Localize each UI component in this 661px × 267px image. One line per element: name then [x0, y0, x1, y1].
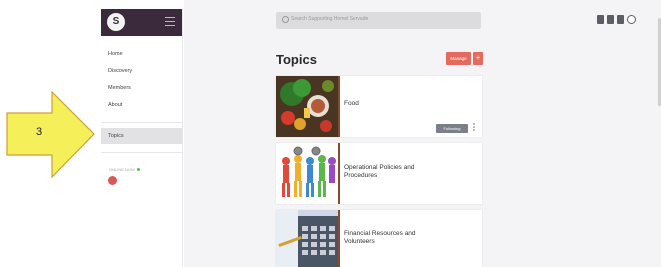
sidebar: S Home Discovery Members About Topics ON…	[101, 9, 183, 267]
topic-card-financial-resources[interactable]: Financial Resources and Volunteers	[276, 210, 482, 267]
operational-policies-topic-image	[276, 143, 338, 204]
search-icon	[282, 16, 289, 23]
search-bar[interactable]: Search Supporting Homel Servade	[276, 12, 481, 29]
header-toolbar	[597, 15, 636, 25]
hamburger-menu-icon[interactable]	[165, 17, 175, 26]
topic-title[interactable]: Financial Resources and Volunteers	[344, 230, 424, 246]
online-now-label: ONLINE NOW	[109, 167, 182, 172]
topic-card-operational-policies[interactable]: Operational Policies and Procedures	[276, 143, 482, 204]
online-user-avatar[interactable]	[108, 176, 117, 185]
manage-button[interactable]: Manage	[446, 52, 471, 65]
step-callout-arrow: 3	[6, 91, 95, 179]
sidebar-item-home[interactable]: Home	[101, 46, 182, 63]
card-accent-bar	[338, 76, 340, 137]
search-placeholder: Search Supporting Homel Servade	[291, 16, 369, 22]
following-button[interactable]: Following	[436, 124, 468, 133]
screenshot: S Home Discovery Members About Topics ON…	[0, 0, 661, 267]
topic-card-food[interactable]: Food Following	[276, 76, 482, 137]
sidebar-item-discovery[interactable]: Discovery	[101, 63, 182, 80]
online-dot-icon	[136, 168, 140, 171]
main-content: Search Supporting Homel Servade Topics M…	[184, 0, 661, 267]
copy-icon[interactable]	[607, 15, 614, 24]
online-now-text: ONLINE NOW	[109, 167, 135, 172]
step-number: 3	[36, 126, 43, 138]
sidebar-nav: Home Discovery Members About	[101, 36, 182, 114]
sidebar-item-members[interactable]: Members	[101, 80, 182, 97]
sidebar-item-about[interactable]: About	[101, 97, 182, 114]
sidebar-header: S	[101, 9, 182, 36]
app-logo[interactable]: S	[107, 13, 125, 31]
food-topic-image	[276, 76, 338, 137]
sidebar-divider	[101, 152, 182, 153]
user-avatar-icon[interactable]	[627, 15, 636, 24]
sidebar-item-topics[interactable]: Topics	[101, 128, 182, 144]
topic-title[interactable]: Food	[344, 100, 424, 108]
add-topic-button[interactable]: +	[473, 52, 483, 65]
more-options-icon[interactable]	[473, 123, 476, 133]
page-title: Topics	[276, 52, 317, 67]
bell-icon[interactable]	[617, 15, 624, 24]
card-accent-bar	[338, 210, 340, 267]
card-accent-bar	[338, 143, 340, 204]
financial-resources-topic-image	[276, 210, 338, 267]
sidebar-divider	[101, 122, 182, 123]
document-icon[interactable]	[597, 15, 604, 24]
topic-title[interactable]: Operational Policies and Procedures	[344, 164, 424, 180]
